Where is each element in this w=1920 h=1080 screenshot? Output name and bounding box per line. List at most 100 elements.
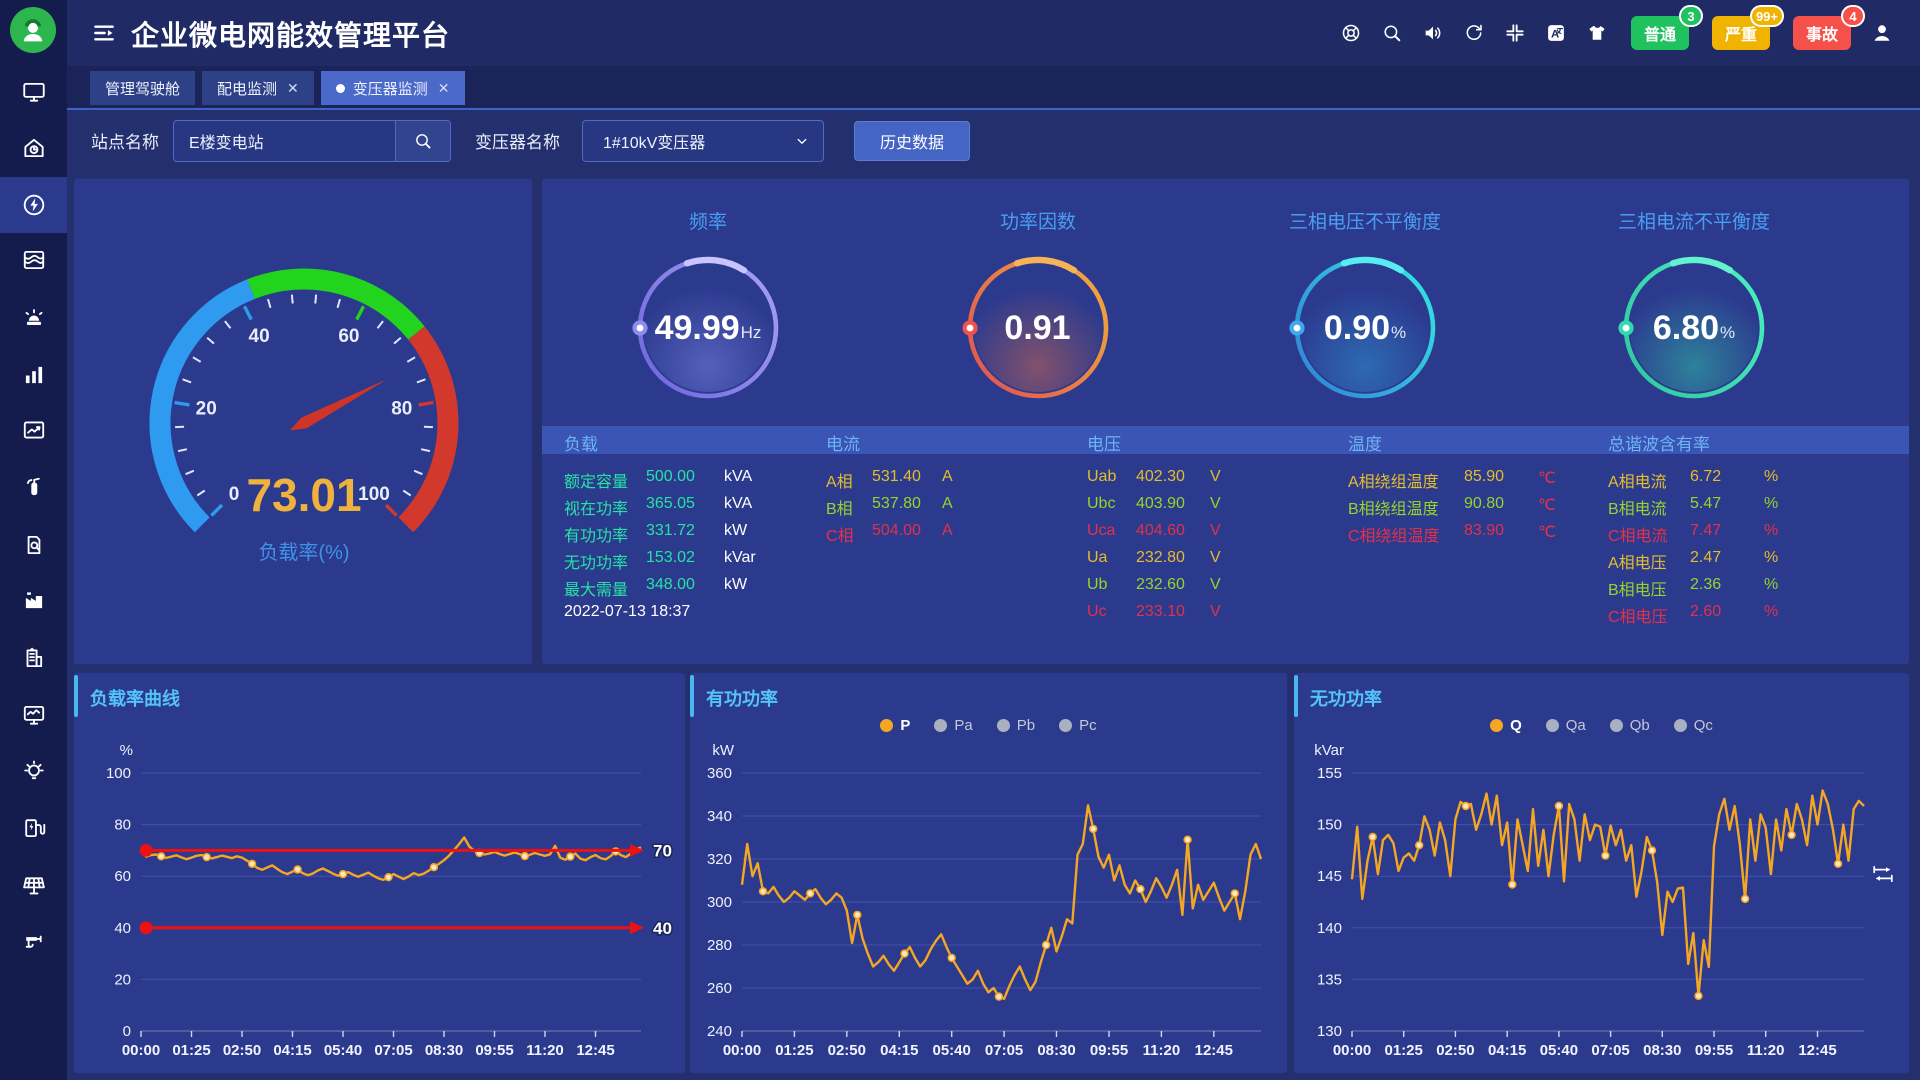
tab-label: 管理驾驶舱 (105, 78, 180, 99)
site-name-label: 站点名称 (91, 128, 159, 153)
legend-item-Qa[interactable]: Qa (1546, 717, 1586, 734)
svg-text:01:25: 01:25 (1385, 1042, 1423, 1059)
sidebar-item-extinguisher[interactable] (0, 459, 67, 515)
legend-label: Q (1510, 717, 1522, 734)
legend-item-Pb[interactable]: Pb (997, 717, 1035, 734)
alarm-badge-3[interactable]: 事故4 (1793, 16, 1851, 50)
site-input-value[interactable]: E楼变电站 (174, 121, 395, 161)
sidebar-item-bars[interactable] (0, 347, 67, 403)
alarm-badge-2[interactable]: 严重99+ (1712, 16, 1770, 50)
compress-icon[interactable] (1504, 22, 1526, 44)
close-icon[interactable]: ✕ (287, 80, 299, 97)
active-tab-dot (336, 84, 345, 93)
menu-fold-icon[interactable] (91, 20, 117, 46)
sidebar-item-energy[interactable] (0, 177, 67, 233)
tab-配电监测[interactable]: 配电监测✕ (202, 71, 314, 105)
svg-text:260: 260 (707, 980, 732, 997)
tab-变压器监测[interactable]: 变压器监测 ✕ (321, 71, 465, 105)
sidebar-item-screen[interactable] (0, 64, 67, 120)
legend-dot (1610, 719, 1623, 732)
chart-title: 有功功率 (706, 685, 778, 711)
table-row-value: 331.72 (646, 522, 695, 540)
table-row-value: 7.47 (1690, 522, 1721, 540)
table-row-unit: ℃ (1538, 495, 1556, 515)
site-search-button[interactable] (395, 121, 450, 161)
svg-text:150: 150 (1317, 817, 1342, 834)
svg-text:135: 135 (1317, 971, 1342, 988)
sidebar-item-curve[interactable] (0, 232, 67, 288)
legend-dot (1546, 719, 1559, 732)
legend-label: Qb (1630, 717, 1650, 734)
table-row-unit: A (942, 495, 953, 513)
sidebar-item-pipeline[interactable] (0, 914, 67, 970)
sidebar-item-bulb[interactable] (0, 744, 67, 800)
chart-title: 无功功率 (1310, 685, 1382, 711)
search-icon[interactable] (1381, 22, 1403, 44)
sidebar-item-trend[interactable] (0, 402, 67, 458)
close-icon[interactable]: ✕ (438, 80, 450, 97)
svg-text:负载率(%): 负载率(%) (258, 541, 349, 564)
sidebar-item-alarm[interactable] (0, 290, 67, 346)
sidebar-item-building[interactable] (0, 630, 67, 686)
table-row-label: Uc (1087, 603, 1107, 621)
table-row-label: Uca (1087, 522, 1115, 540)
svg-text:%: % (120, 742, 133, 759)
translate-icon[interactable]: A (1545, 22, 1567, 44)
screen-icon (21, 79, 47, 105)
bars-icon (21, 362, 47, 388)
svg-text:08:30: 08:30 (1643, 1042, 1681, 1059)
legend-item-Qc[interactable]: Qc (1674, 717, 1713, 734)
app-logo (10, 7, 56, 53)
transformer-select[interactable]: 1#10kV变压器 (582, 120, 824, 162)
alarm-badge-1[interactable]: 普通3 (1631, 16, 1689, 50)
table-row-unit: V (1210, 468, 1221, 486)
sidebar-item-factory[interactable] (0, 572, 67, 628)
table-column-header: 电压 (1087, 430, 1121, 455)
table-row-value: 404.60 (1136, 522, 1185, 540)
ring-gauge-block: 0.90% (1285, 248, 1445, 408)
legend-label: Pb (1017, 717, 1035, 734)
metrics-card: 频率49.99Hz功率因数0.91三相电压不平衡度0.90%三相电流不平衡度6.… (541, 178, 1910, 665)
datazoom-icon[interactable] (1871, 863, 1895, 887)
refresh-icon[interactable] (1463, 22, 1485, 44)
svg-text:100: 100 (106, 765, 131, 782)
legend-item-Qb[interactable]: Qb (1610, 717, 1650, 734)
legend-item-Pc[interactable]: Pc (1059, 717, 1097, 734)
site-search-input[interactable]: E楼变电站 (173, 120, 451, 162)
tab-管理驾驶舱[interactable]: 管理驾驶舱 (90, 71, 195, 105)
table-row-unit: V (1210, 522, 1221, 540)
svg-text:11:20: 11:20 (1143, 1042, 1181, 1059)
transformer-name-label: 变压器名称 (475, 128, 560, 153)
chart-title: 负载率曲线 (90, 685, 180, 711)
sidebar-item-charger[interactable] (0, 800, 67, 856)
table-row-unit: % (1764, 522, 1778, 540)
legend-item-Pa[interactable]: Pa (934, 717, 972, 734)
card-accent-bar (690, 675, 694, 717)
filter-bar: 站点名称 E楼变电站 变压器名称 1#10kV变压器 历史数据 (67, 110, 1920, 171)
tab-label: 变压器监测 (353, 78, 428, 99)
legend-item-P[interactable]: P (880, 717, 910, 734)
settings-icon[interactable] (1340, 22, 1362, 44)
table-row-value: 500.00 (646, 468, 695, 486)
legend-item-Q[interactable]: Q (1490, 717, 1522, 734)
svg-text:155: 155 (1317, 765, 1342, 782)
theme-icon[interactable] (1586, 22, 1608, 44)
svg-text:04:15: 04:15 (1488, 1042, 1526, 1059)
sidebar-item-solar[interactable] (0, 857, 67, 913)
sidebar-item-monitor[interactable] (0, 687, 67, 743)
building-icon (21, 645, 47, 671)
user-icon[interactable] (1870, 21, 1894, 45)
top-header: 企业微电网能效管理平台 A普通3严重99+事故4 (67, 0, 1920, 66)
history-data-button[interactable]: 历史数据 (854, 121, 970, 161)
sidebar-item-inspect[interactable] (0, 517, 67, 573)
badge-count: 99+ (1750, 5, 1784, 27)
table-row-label: 有功功率 (564, 522, 628, 546)
svg-text:60: 60 (338, 326, 359, 347)
table-row-unit: % (1764, 576, 1778, 594)
legend-label: Pc (1079, 717, 1097, 734)
volume-icon[interactable] (1422, 22, 1444, 44)
header-toolbar: A 普通3 严重99+ 事故4 (1340, 0, 1894, 66)
svg-text:08:30: 08:30 (425, 1042, 463, 1059)
sidebar-item-home[interactable] (0, 120, 67, 176)
table-row-label: 无功功率 (564, 549, 628, 573)
